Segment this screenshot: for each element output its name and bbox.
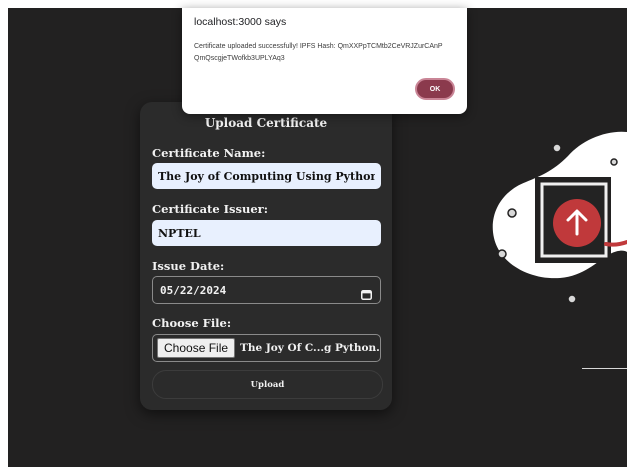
upload-certificate-card: Upload Certificate Certificate Name: Cer… (140, 102, 392, 410)
choose-file-label: Choose File: (152, 316, 232, 330)
choose-file-button[interactable]: Choose File (157, 338, 236, 358)
dot-shape (552, 143, 562, 153)
certificate-issuer-label: Certificate Issuer: (152, 202, 268, 216)
upload-illustration (492, 131, 627, 304)
file-input[interactable]: Choose File The Joy Of C...g Python.pdf (152, 334, 381, 362)
certificate-issuer-input[interactable] (152, 220, 381, 246)
upload-button[interactable]: Upload (152, 370, 383, 399)
dot-shape (497, 249, 507, 259)
dot-shape (567, 294, 577, 304)
issue-date-value: 05/22/2024 (160, 283, 227, 297)
divider-line (582, 368, 627, 369)
issue-date-label: Issue Date: (152, 259, 225, 273)
dialog-title: localhost:3000 says (194, 16, 287, 28)
dot-shape (610, 158, 618, 166)
dot-shape (507, 208, 517, 218)
calendar-icon[interactable] (361, 285, 372, 300)
certificate-name-input[interactable] (152, 163, 381, 189)
certificate-name-label: Certificate Name: (152, 146, 266, 160)
issue-date-input[interactable]: 05/22/2024 (152, 276, 381, 304)
selected-file-name: The Joy Of C...g Python.pdf (240, 342, 380, 354)
card-title: Upload Certificate (204, 116, 328, 130)
dialog-message: Certificate uploaded successfully! IPFS … (194, 43, 443, 62)
alert-dialog: localhost:3000 says Certificate uploaded… (182, 8, 467, 114)
ok-button[interactable]: OK (415, 78, 455, 100)
